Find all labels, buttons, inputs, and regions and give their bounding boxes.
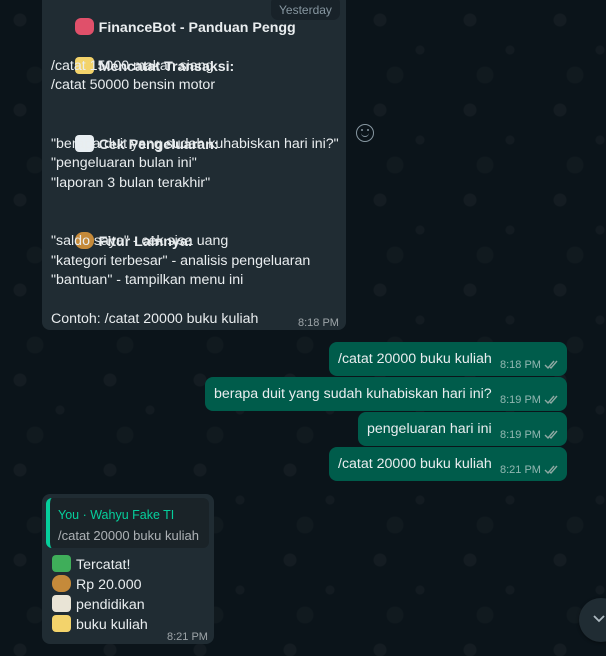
quoted-message[interactable]: You · Wahyu Fake TI /catat 20000 buku ku… — [46, 498, 209, 548]
reply-line: buku kuliah — [52, 615, 148, 635]
double-check-icon — [544, 360, 558, 369]
day-separator: Yesterday — [271, 0, 340, 20]
message-text: pengeluaran hari ini — [367, 421, 492, 437]
double-check-icon — [544, 395, 558, 404]
reply-status: Tercatat! — [76, 557, 131, 573]
message-meta: 8:21 PM — [500, 464, 560, 476]
other-line: "bantuan" - tampilkan menu ini — [51, 272, 244, 288]
expense-line: "berapa duit yang sudah kuhabiskan hari … — [51, 135, 339, 152]
message-text: /catat 20000 buku kuliah — [338, 456, 492, 472]
section-record-heading: Mencatat Transaksi: — [51, 37, 341, 75]
record-line: /catat 50000 bensin motor — [51, 77, 216, 93]
message-bubble-outgoing[interactable]: berapa duit yang sudah kuhabiskan hari i… — [205, 377, 567, 411]
message-text: berapa duit yang sudah kuhabiskan hari i… — [214, 386, 492, 402]
message-time: 8:19 PM — [500, 429, 541, 441]
message-time: 8:21 PM — [500, 464, 541, 476]
other-line: "kategori terbesar" - analisis pengeluar… — [51, 252, 311, 269]
message-body: Tercatat! Rp 20.000 pendidikan buku kuli… — [52, 555, 148, 635]
memo-icon — [52, 615, 71, 632]
quote-text: /catat 20000 buku kuliah — [58, 528, 199, 543]
message-bubble-reply[interactable]: You · Wahyu Fake TI /catat 20000 buku ku… — [42, 494, 214, 644]
message-meta: 8:18 PM — [500, 359, 560, 371]
section-other-heading: Fitur Lainnya: — [51, 213, 341, 250]
message-bubble-outgoing[interactable]: /catat 20000 buku kuliah 8:18 PM — [329, 342, 567, 376]
message-meta: 8:19 PM — [500, 394, 560, 406]
expense-line: "laporan 3 bulan terakhir" — [51, 174, 211, 191]
reply-note: buku kuliah — [76, 617, 148, 633]
message-time: 8:18 PM — [298, 317, 339, 329]
double-check-icon — [544, 465, 558, 474]
chevron-down-icon — [593, 615, 605, 623]
emoji-icon[interactable] — [356, 124, 374, 142]
reply-category: pendidikan — [76, 597, 145, 613]
check-mark-icon — [52, 555, 71, 572]
message-time: 8:18 PM — [500, 359, 541, 371]
tag-icon — [52, 595, 71, 612]
robot-icon — [74, 17, 94, 35]
emoji-mouth — [360, 132, 369, 137]
message-bubble-outgoing[interactable]: /catat 20000 buku kuliah 8:21 PM — [329, 447, 567, 481]
record-line: /catat 15000 makan siang — [51, 57, 214, 74]
message-meta: 8:19 PM — [500, 429, 560, 441]
section-expense-heading: Cek Pengeluaran: — [51, 115, 341, 153]
money-bag-icon — [52, 575, 71, 592]
other-line: "saldo saya" - cek sisa uang — [51, 233, 229, 249]
message-bubble-help[interactable]: FinanceBot - Panduan Pengg Mencatat Tran… — [42, 0, 346, 330]
reply-line: Rp 20.000 — [52, 575, 148, 595]
reply-line: Tercatat! — [52, 555, 148, 575]
double-check-icon — [544, 430, 558, 439]
message-title: FinanceBot - Panduan Pengg — [98, 19, 296, 36]
message-time: 8:21 PM — [167, 631, 208, 643]
reply-line: pendidikan — [52, 595, 148, 615]
message-bubble-outgoing[interactable]: pengeluaran hari ini 8:19 PM — [358, 412, 567, 446]
message-body: FinanceBot - Panduan Pengg Mencatat Tran… — [51, 0, 341, 330]
message-time: 8:19 PM — [500, 394, 541, 406]
message-text: /catat 20000 buku kuliah — [338, 351, 492, 367]
expense-line: "pengeluaran bulan ini" — [51, 155, 197, 171]
reply-amount: Rp 20.000 — [76, 577, 142, 593]
quote-author: You · Wahyu Fake TI — [58, 508, 175, 522]
